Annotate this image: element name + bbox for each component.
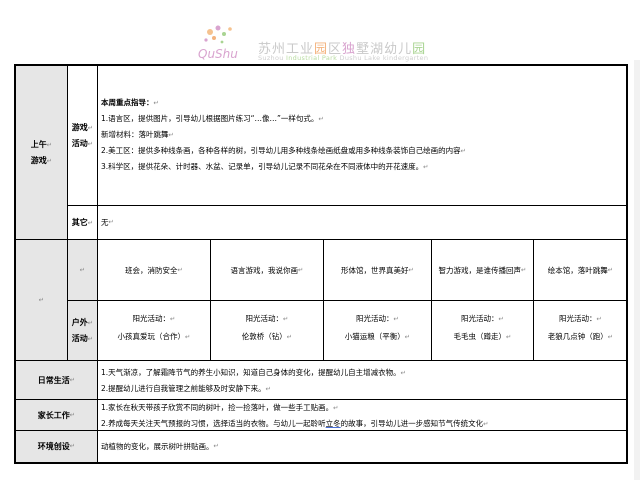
morning-game-label: 上午↵ 游戏↵	[16, 66, 68, 240]
svg-text:QuShu: QuShu	[198, 47, 238, 61]
activity-cell-4: 智力游戏，是谁传播回声 ↵	[432, 240, 534, 301]
activity-cell-3: 形体馆，世界真美好 ↵	[324, 240, 432, 301]
document-header: QuShu 苏州工业园区独墅湖幼儿园 Suzhou Industrial Par…	[0, 0, 640, 64]
focus-line-4: 3.科学区，提供花朵、计时器、水盆、记录单，引导幼儿记录不同花朵在不同液体中的开…	[101, 162, 424, 171]
focus-line-2: 新增材料：落叶跳舞	[101, 130, 169, 139]
focus-line-1: 1.语言区，提供图片，引导幼儿根据图片练习“…像…”一样句式。	[101, 114, 319, 123]
focus-line-3: 2.美工区：提供多种线条画，各种各样的树，引导幼儿用多种线条绘画纸盘或用多种线条…	[101, 146, 461, 155]
outdoor-cell-2: 阳光活动：↵ 伦敦桥（钻）↵	[211, 301, 324, 361]
environment-content: 动植物的变化，展示树叶拼贴画。 ↵	[101, 442, 219, 451]
game-activity-content: 本周重点指导：↵ 1.语言区，提供图片，引导幼儿根据图片练习“…像…”一样句式。…	[98, 66, 628, 206]
parent-work-content: 1.家长在秋天带孩子欣赏不同的树叶，捡一捡落叶，做一些手工贴画。↵ 2.养成每天…	[98, 400, 628, 431]
weekly-plan-table: 上午↵ 游戏↵ 游戏↵ 活动↵ 本周重点指导：↵ 1.语言区，提供图片，引导幼儿根据…	[14, 64, 628, 464]
activity-cell-5: 绘本馆，落叶跳舞 ↵	[534, 240, 628, 301]
other-content: 无 ↵	[98, 206, 628, 240]
school-name-english: Suzhou Industrial Park Dushu Lake kinder…	[258, 54, 429, 62]
activity-cell-2: 语言游戏，我说你画 ↵	[211, 240, 324, 301]
kindergarten-logo-icon: QuShu	[198, 25, 238, 61]
activities-section-label: ↵	[16, 240, 68, 361]
focus-title: 本周重点指导：	[101, 98, 154, 107]
outdoor-cell-5: 阳光活动：↵ 老狼几点钟（跑）↵	[534, 301, 628, 361]
other-label: 其它↵	[68, 206, 98, 240]
daily-life-content: 1.天气渐凉，了解霜降节气的养生小知识，知道自己身体的变化，提醒幼儿自主增减衣物…	[98, 361, 628, 400]
environment-label: 环境创设 ↵	[16, 431, 98, 462]
daily-life-label: 日常生活 ↵	[16, 361, 98, 400]
activities-blank-label: ↵	[68, 240, 98, 301]
game-activity-label: 游戏↵ 活动↵	[68, 66, 98, 206]
outdoor-activity-label: 户外↵ 活动↵	[68, 301, 98, 361]
activity-cell-1: 班会，消防安全 ↵	[98, 240, 211, 301]
parent-work-label: 家长工作 ↵	[16, 400, 98, 431]
vertical-scrollbar[interactable]	[634, 60, 640, 480]
outdoor-cell-4: 阳光活动：↵ 毛毛虫（蹲走）↵	[432, 301, 534, 361]
outdoor-cell-1: 阳光活动：↵ 小孩真爱玩（合作）↵	[98, 301, 211, 361]
outdoor-cell-3: 阳光活动：↵ 小猫运粮（平衡）↵	[324, 301, 432, 361]
